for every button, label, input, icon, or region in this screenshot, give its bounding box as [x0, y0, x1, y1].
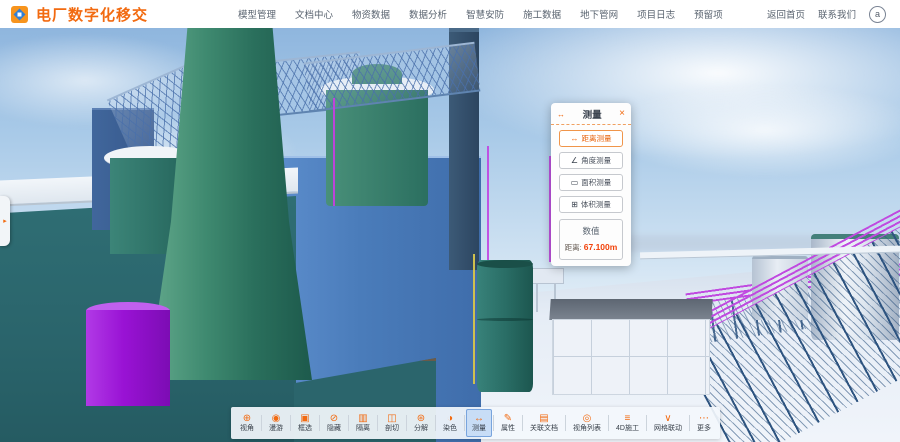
measure-result-box: 数值 距离: 67.100m	[559, 219, 623, 260]
toolbar-divider	[377, 415, 378, 431]
app-window: 电厂数字化移交 模型管理 文档中心 物资数据 数据分析 智慧安防 施工数据 地下…	[0, 0, 900, 442]
target-icon: ⊕	[243, 413, 251, 424]
tool-explode[interactable]: ⊛ 分解	[408, 409, 434, 437]
purple-tank	[86, 310, 170, 406]
distance-measure-label: 距离测量	[582, 133, 612, 144]
area-measure-button[interactable]: ▭ 面积测量	[559, 174, 623, 191]
paint-icon: ◑	[447, 413, 453, 424]
tool-hide[interactable]: ⊘ 隐藏	[321, 409, 347, 437]
document-icon: ▤	[539, 413, 548, 424]
tool-measure[interactable]: ↔ 测量	[466, 409, 492, 437]
header-right: 返回首页 联系我们 a	[767, 6, 900, 23]
toolbar-divider	[464, 415, 465, 431]
isolate-icon: ▥	[358, 413, 367, 424]
roam-icon: ◉	[272, 413, 281, 424]
bottom-toolbar: ⊕ 视角 ◉ 漫游 ▣ 框选 ⊘ 隐藏 ▥ 隔离 ◫ 剖切	[231, 407, 720, 439]
angle-measure-button[interactable]: ∠ 角度测量	[559, 152, 623, 169]
contact-link[interactable]: 联系我们	[818, 7, 856, 21]
tool-grid-linkage[interactable]: ∨ 网格联动	[648, 409, 688, 437]
explode-icon: ⊛	[417, 413, 425, 424]
tool-more[interactable]: ⋯ 更多	[691, 409, 717, 437]
angle-icon: ∠	[571, 156, 578, 165]
frame-building	[552, 319, 710, 395]
tool-properties[interactable]: ✎ 属性	[495, 409, 521, 437]
linkage-icon: ∨	[664, 413, 671, 424]
measure-icon: ↔	[557, 110, 565, 119]
toolbar-divider	[608, 415, 609, 431]
volume-measure-button[interactable]: ⊞ 体积测量	[559, 196, 623, 213]
tool-4d-construction[interactable]: ≡ 4D施工	[610, 409, 645, 437]
nav-reserved[interactable]: 预留项	[694, 7, 723, 21]
tool-view-angle[interactable]: ⊕ 视角	[234, 409, 260, 437]
toolbar-divider	[689, 415, 690, 431]
measure-panel-header: ↔ 测量 ×	[551, 103, 631, 125]
top-header: 电厂数字化移交 模型管理 文档中心 物资数据 数据分析 智慧安防 施工数据 地下…	[0, 0, 900, 28]
tool-view-list[interactable]: ◎ 视角列表	[567, 409, 607, 437]
nav-smart-security[interactable]: 智慧安防	[466, 7, 504, 21]
more-icon: ⋯	[699, 413, 709, 424]
hide-icon: ⊘	[330, 413, 338, 424]
toolbar-divider	[406, 415, 407, 431]
toolbar-divider	[646, 415, 647, 431]
toolbar-divider	[290, 415, 291, 431]
close-icon[interactable]: ×	[619, 109, 625, 119]
cloud	[600, 83, 900, 178]
result-title: 数值	[563, 225, 619, 237]
toolbar-divider	[348, 415, 349, 431]
tool-colorize[interactable]: ◑ 染色	[437, 409, 463, 437]
nav-model-management[interactable]: 模型管理	[238, 7, 276, 21]
angle-measure-label: 角度测量	[581, 155, 611, 166]
nav-construction-data[interactable]: 施工数据	[523, 7, 561, 21]
toolbar-divider	[319, 415, 320, 431]
logo: 电厂数字化移交	[0, 4, 238, 25]
home-link[interactable]: 返回首页	[767, 7, 805, 21]
measure-icon: ↔	[474, 413, 484, 424]
yellow-ladder-line	[473, 254, 475, 384]
toolbar-divider	[435, 415, 436, 431]
area-icon: ▭	[571, 178, 579, 187]
measure-panel: ↔ 测量 × ↔ 距离测量 ∠ 角度测量 ▭ 面积测量 ⊞	[551, 103, 631, 266]
3d-viewport[interactable]: ▸ ↔ 测量 × ↔ 距离测量 ∠ 角度测量 ▭ 面积测量	[0, 28, 900, 442]
toolbar-divider	[493, 415, 494, 431]
layers-icon: ≡	[625, 413, 631, 424]
tool-section[interactable]: ◫ 剖切	[379, 409, 405, 437]
nav-document-center[interactable]: 文档中心	[295, 7, 333, 21]
nav-material-data[interactable]: 物资数据	[352, 7, 390, 21]
section-icon: ◫	[387, 413, 396, 424]
measure-panel-body: ↔ 距离测量 ∠ 角度测量 ▭ 面积测量 ⊞ 体积测量 数值	[551, 125, 631, 266]
volume-measure-label: 体积测量	[581, 199, 611, 210]
box-select-icon: ▣	[300, 413, 309, 424]
distance-measure-button[interactable]: ↔ 距离测量	[559, 130, 623, 147]
pencil-icon: ✎	[504, 413, 512, 424]
view-list-icon: ◎	[583, 413, 592, 424]
teal-drum-stack	[477, 260, 533, 392]
nav-data-analysis[interactable]: 数据分析	[409, 7, 447, 21]
magenta-pipe-line	[487, 146, 489, 278]
measure-panel-title: 测量	[565, 107, 619, 121]
tool-box-select[interactable]: ▣ 框选	[292, 409, 318, 437]
magenta-pipe-line	[333, 98, 335, 206]
cube-logo-icon	[10, 5, 29, 24]
tool-roam[interactable]: ◉ 漫游	[263, 409, 289, 437]
user-avatar[interactable]: a	[869, 6, 886, 23]
toolbar-divider	[522, 415, 523, 431]
nav-project-log[interactable]: 项目日志	[637, 7, 675, 21]
toolbar-divider	[565, 415, 566, 431]
expand-arrow-icon: ▸	[3, 217, 7, 225]
sidebar-collapse-handle[interactable]: ▸	[0, 196, 10, 246]
tool-linked-docs[interactable]: ▤ 关联文档	[524, 409, 564, 437]
nav-underground-network[interactable]: 地下管网	[580, 7, 618, 21]
area-measure-label: 面积测量	[581, 177, 611, 188]
volume-icon: ⊞	[571, 200, 578, 209]
tool-isolate[interactable]: ▥ 隔离	[350, 409, 376, 437]
result-label: 距离:	[565, 242, 582, 253]
toolbar-divider	[261, 415, 262, 431]
result-value: 67.100m	[584, 242, 618, 252]
main-nav: 模型管理 文档中心 物资数据 数据分析 智慧安防 施工数据 地下管网 项目日志 …	[238, 7, 723, 21]
ruler-icon: ↔	[571, 134, 579, 143]
app-title: 电厂数字化移交	[36, 4, 148, 25]
frame-building-roof	[549, 299, 712, 320]
